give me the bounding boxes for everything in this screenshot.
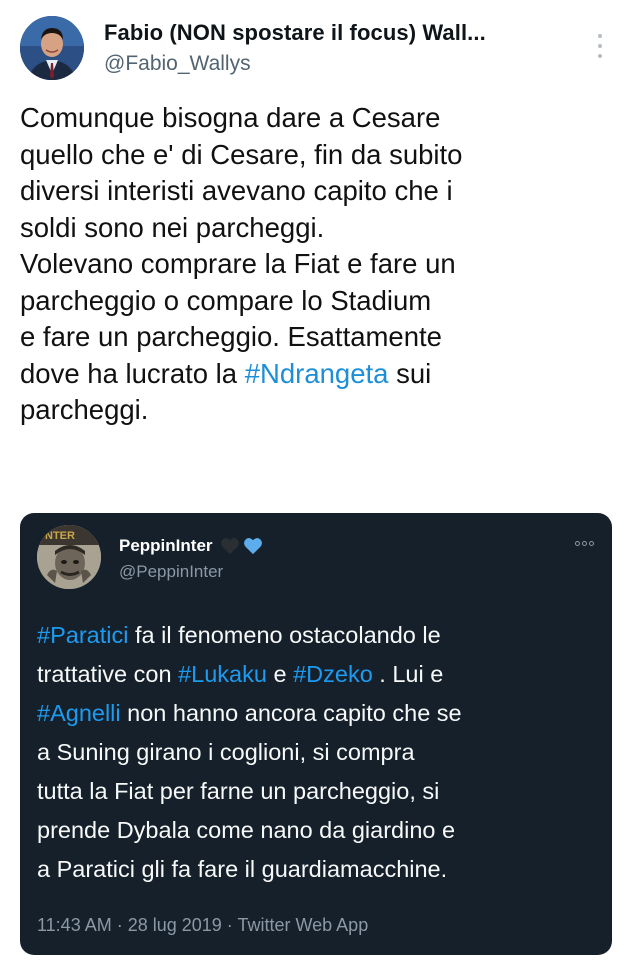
quoted-text-segment: a Suning girano i coglioni, si compra [37, 739, 415, 765]
quoted-avatar-lettering: NTER [45, 530, 75, 542]
more-dot [589, 541, 594, 546]
quoted-text-line: #Paratici fa il fenomeno ostacolando le [37, 616, 607, 655]
tweet-text-segment: Volevano comprare la Fiat e fare un [20, 248, 456, 279]
tweet-text-segment: e fare un parcheggio. Esattamente [20, 321, 442, 352]
quoted-text-segment: . Lui e [372, 661, 444, 687]
quoted-display-name[interactable]: PeppinInter [119, 536, 213, 556]
quoted-tweet-body: #Paratici fa il fenomeno ostacolando le t… [37, 616, 607, 889]
author-display-name[interactable]: Fabio (NON spostare il focus) Wall... [104, 20, 486, 46]
quoted-name-emoji [219, 537, 264, 555]
tweet-text-line: parcheggi. [20, 392, 620, 429]
quoted-text-line: prende Dybala come nano da giardino e [37, 811, 607, 850]
tweet-header: Fabio (NON spostare il focus) Wall... @F… [18, 14, 618, 84]
tweet-text-line: dove ha lucrato la #Ndrangeta sui [20, 356, 620, 393]
more-options-icon[interactable] [598, 34, 604, 58]
hashtag-link[interactable]: #Lukaku [178, 661, 267, 687]
tweet-text-line: Comunque bisogna dare a Cesare [20, 100, 620, 137]
quoted-handle[interactable]: @PeppinInter [119, 562, 223, 582]
quoted-tweet-card[interactable]: NTER PeppinInter @PeppinInter #Paratici … [20, 513, 612, 955]
tweet-body: Comunque bisogna dare a Cesare quello che… [20, 100, 620, 429]
quoted-avatar-image: NTER [37, 525, 101, 589]
hashtag-link[interactable]: #Agnelli [37, 700, 121, 726]
more-dot [598, 44, 602, 48]
hashtag-link[interactable]: #Paratici [37, 622, 128, 648]
quoted-text-line: #Agnelli non hanno ancora capito che se [37, 694, 607, 733]
blue-heart-icon [243, 538, 262, 555]
author-avatar[interactable] [20, 16, 84, 80]
tweet-text-segment: quello che e' di Cesare, fin da subito [20, 138, 463, 170]
quoted-more-options-icon[interactable] [575, 541, 594, 546]
hashtag-link[interactable]: #Ndrangeta [245, 358, 389, 389]
more-dot [575, 541, 580, 546]
quoted-display-name-row[interactable]: PeppinInter [119, 536, 264, 556]
quoted-text-line: trattative con #Lukaku e #Dzeko . Lui e [37, 655, 607, 694]
quoted-text-segment: e [266, 661, 294, 687]
black-heart-icon [220, 538, 239, 555]
quoted-author-avatar[interactable]: NTER [37, 525, 101, 589]
quoted-text-segment: fa il fenomeno ostacolando le [128, 622, 441, 648]
more-dot [582, 541, 587, 546]
hashtag-link[interactable]: #Dzeko [293, 661, 373, 687]
tweet-text-segment: sui [388, 357, 432, 389]
quoted-text-line: a Suning girano i coglioni, si compra [37, 733, 607, 772]
quoted-text-segment: a Paratici gli fa fare il guardiamacchin… [37, 856, 448, 882]
tweet-text-line: quello che e' di Cesare, fin da subito [20, 137, 620, 174]
more-dot [598, 34, 602, 38]
more-dot [598, 54, 602, 58]
quoted-text-line: tutta la Fiat per farne un parcheggio, s… [37, 772, 607, 811]
tweet-text-line: diversi interisti avevano capito che i [20, 173, 620, 210]
quoted-text-segment: trattative con [37, 661, 179, 687]
tweet-text-segment: dove ha lucrato la [20, 357, 245, 389]
quoted-tweet-meta: 11:43 AM · 28 lug 2019 · Twitter Web App [37, 915, 369, 935]
tweet-text-line: soldi sono nei parcheggi. [20, 210, 620, 247]
tweet-text-line: parcheggio o compare lo Stadium [20, 283, 620, 320]
tweet-text-segment: soldi sono nei parcheggi. [20, 211, 325, 243]
tweet-text-segment: Comunque bisogna dare a Cesare [20, 102, 441, 133]
author-avatar-image [20, 16, 84, 80]
quoted-text-segment: non hanno ancora capito che se [120, 700, 462, 726]
tweet-text-segment: parcheggi. [20, 394, 149, 425]
quoted-text-segment: tutta la Fiat per farne un parcheggio, s… [37, 778, 440, 804]
author-handle[interactable]: @Fabio_Wallys [104, 52, 251, 76]
quoted-text-segment: prende Dybala come nano da giardino e [37, 817, 456, 843]
tweet-text-segment: diversi interisti avevano capito che i [20, 175, 453, 206]
tweet-screenshot: Fabio (NON spostare il focus) Wall... @F… [0, 0, 631, 960]
tweet-text-segment: parcheggio o compare lo Stadium [20, 284, 432, 316]
quoted-text-line: a Paratici gli fa fare il guardiamacchin… [37, 850, 607, 889]
tweet-text-line: Volevano comprare la Fiat e fare un [20, 246, 620, 283]
tweet-text-line: e fare un parcheggio. Esattamente [20, 319, 620, 356]
